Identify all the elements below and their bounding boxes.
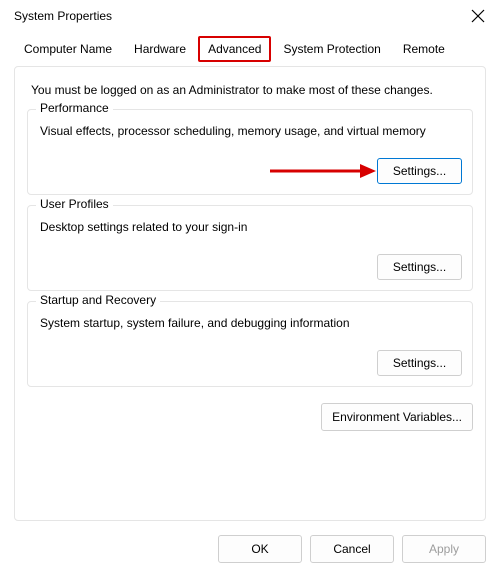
desc-user-profiles: Desktop settings related to your sign-in <box>40 220 462 234</box>
legend-startup-recovery: Startup and Recovery <box>36 293 160 307</box>
close-icon[interactable] <box>470 8 486 24</box>
startup-settings-button[interactable]: Settings... <box>377 350 462 376</box>
system-properties-window: System Properties Computer Name Hardware… <box>0 0 500 577</box>
tab-bar: Computer Name Hardware Advanced System P… <box>0 30 500 62</box>
row-env-vars: Environment Variables... <box>27 403 473 431</box>
legend-user-profiles: User Profiles <box>36 197 113 211</box>
row-performance-button: Settings... <box>38 158 462 184</box>
titlebar: System Properties <box>0 0 500 30</box>
apply-button: Apply <box>402 535 486 563</box>
footer: OK Cancel Apply <box>0 521 500 577</box>
tab-advanced[interactable]: Advanced <box>198 36 271 62</box>
group-startup-recovery: Startup and Recovery System startup, sys… <box>27 301 473 387</box>
desc-performance: Visual effects, processor scheduling, me… <box>40 124 462 138</box>
user-profiles-settings-button[interactable]: Settings... <box>377 254 462 280</box>
content-area: You must be logged on as an Administrato… <box>14 66 486 521</box>
ok-button[interactable]: OK <box>218 535 302 563</box>
desc-startup-recovery: System startup, system failure, and debu… <box>40 316 462 330</box>
cancel-button[interactable]: Cancel <box>310 535 394 563</box>
tab-hardware[interactable]: Hardware <box>124 36 196 62</box>
tab-system-protection[interactable]: System Protection <box>273 36 390 62</box>
legend-performance: Performance <box>36 101 113 115</box>
arrow-annotation-icon <box>268 161 378 181</box>
performance-settings-button[interactable]: Settings... <box>377 158 462 184</box>
row-user-profiles-button: Settings... <box>38 254 462 280</box>
group-user-profiles: User Profiles Desktop settings related t… <box>27 205 473 291</box>
admin-note: You must be logged on as an Administrato… <box>31 83 473 97</box>
environment-variables-button[interactable]: Environment Variables... <box>321 403 473 431</box>
row-startup-button: Settings... <box>38 350 462 376</box>
group-performance: Performance Visual effects, processor sc… <box>27 109 473 195</box>
window-title: System Properties <box>14 9 112 23</box>
tab-remote[interactable]: Remote <box>393 36 455 62</box>
tab-computer-name[interactable]: Computer Name <box>14 36 122 62</box>
